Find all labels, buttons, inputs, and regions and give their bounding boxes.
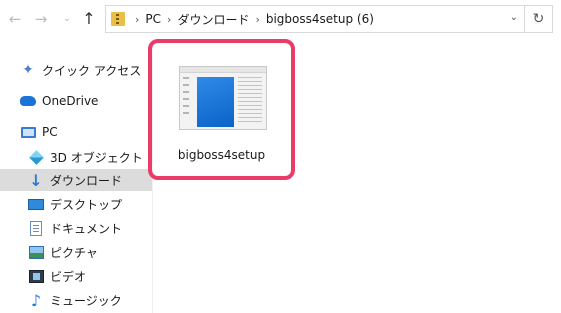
document-icon	[28, 220, 44, 236]
sidebar-item-label: ピクチャ	[50, 245, 98, 260]
arrow-right-icon: →	[34, 9, 48, 28]
sidebar-item-label: OneDrive	[42, 94, 99, 108]
sidebar-item-label: 3D オブジェクト	[50, 150, 143, 165]
cloud-icon	[20, 93, 36, 109]
sidebar-item-3d-objects[interactable]: 3D オブジェクト	[0, 146, 152, 168]
up-button[interactable]: ↑	[80, 9, 98, 29]
arrow-left-icon: ←	[8, 9, 22, 28]
chevron-down-icon: ⌄	[509, 12, 518, 23]
chevron-down-icon: ⌄	[62, 13, 72, 24]
sidebar-item-label: ビデオ	[50, 269, 87, 284]
recent-locations-button[interactable]: ⌄	[58, 9, 76, 29]
breadcrumb-pc[interactable]: PC	[145, 12, 161, 26]
breadcrumb-current-folder[interactable]: bigboss4setup (6)	[266, 12, 374, 26]
installer-thumbnail-icon[interactable]	[179, 66, 267, 130]
chevron-right-icon: ›	[135, 12, 140, 26]
address-dropdown-button[interactable]: ⌄	[510, 12, 518, 23]
forward-button[interactable]: →	[32, 9, 50, 29]
download-icon: ↓	[29, 170, 43, 190]
sidebar-item-quick-access[interactable]: ✦ クイック アクセス	[0, 59, 152, 81]
sidebar-item-videos[interactable]: ビデオ	[0, 265, 152, 287]
chevron-right-icon: ›	[255, 12, 260, 26]
chevron-right-icon: ›	[167, 12, 172, 26]
sidebar-item-onedrive[interactable]: OneDrive	[0, 90, 152, 112]
star-icon: ✦	[22, 62, 34, 78]
video-icon	[28, 268, 44, 284]
address-bar[interactable]: › PC › ダウンロード › bigboss4setup (6) ⌄	[105, 5, 525, 33]
file-name-label[interactable]: bigboss4setup	[148, 148, 295, 162]
music-icon: ♪	[30, 290, 42, 310]
sidebar-item-pictures[interactable]: ピクチャ	[0, 241, 152, 263]
zip-folder-icon	[111, 12, 125, 26]
3d-objects-icon	[28, 149, 44, 165]
sidebar-item-desktop[interactable]: デスクトップ	[0, 193, 152, 215]
sidebar-item-documents[interactable]: ドキュメント	[0, 217, 152, 239]
refresh-icon: ↻	[532, 11, 545, 27]
back-button[interactable]: ←	[6, 9, 24, 29]
sidebar-item-pc[interactable]: PC	[0, 121, 152, 143]
sidebar-item-label: PC	[42, 125, 58, 139]
sidebar-item-label: クイック アクセス	[42, 63, 142, 78]
breadcrumb-downloads[interactable]: ダウンロード	[177, 11, 249, 28]
navigation-pane: ✦ クイック アクセス OneDrive PC 3D オブジェクト ↓ ダウンロ…	[0, 55, 152, 313]
sidebar-item-label: ミュージック	[50, 293, 122, 308]
desktop-icon	[28, 196, 44, 212]
sidebar-item-music[interactable]: ♪ ミュージック	[0, 289, 152, 311]
sidebar-item-label: ドキュメント	[50, 221, 123, 236]
sidebar-item-downloads[interactable]: ↓ ダウンロード	[0, 169, 152, 191]
computer-icon	[20, 124, 36, 140]
arrow-up-icon: ↑	[82, 9, 96, 28]
sidebar-item-label: デスクトップ	[50, 197, 123, 212]
sidebar-item-label: ダウンロード	[50, 173, 123, 188]
refresh-button[interactable]: ↻	[525, 5, 553, 33]
picture-icon	[28, 244, 44, 260]
